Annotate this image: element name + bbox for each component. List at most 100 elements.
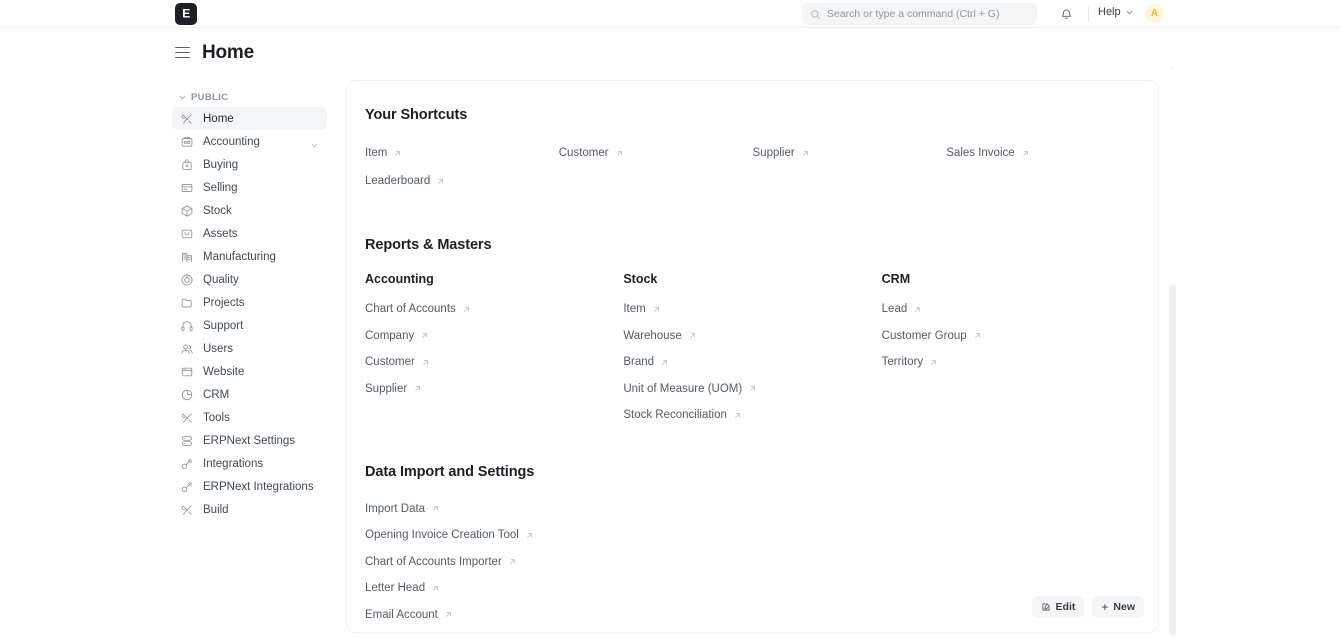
erpnext-logo-letter: E [182,6,190,21]
shortcut-link-leaderboard[interactable]: Leaderboard [365,175,445,187]
data-import-link-opening-invoice-creation-tool[interactable]: Opening Invoice Creation Tool [365,529,534,541]
reports-link-chart-of-accounts[interactable]: Chart of Accounts [365,303,471,315]
external-link-arrow-icon [662,359,667,365]
workspace-card: Your Shortcuts Item Customer Supplier Sa… [346,80,1159,633]
reports-link-unit-of-measure-uom-[interactable]: Unit of Measure (UOM) [623,383,757,395]
shortcuts-grid: Item Customer Supplier Sales Invoice Lea… [365,143,1140,199]
sidebar-item-support[interactable]: Support [172,314,327,337]
sidebar-item-home[interactable]: Home [172,107,327,130]
sidebar-item-crm[interactable]: CRM [172,383,327,406]
link-label: Supplier [365,382,408,395]
reports-link-row: Supplier [365,379,623,406]
sidebar-section-public[interactable]: PUBLIC [172,90,327,107]
reports-column-title: CRM [881,272,911,286]
shortcut-cell [559,171,753,199]
link-label: Sales Invoice [946,147,1015,159]
data-import-title: Data Import and Settings [365,463,535,480]
sidebar-item-website[interactable]: Website [172,360,327,383]
sidebar-item-build[interactable]: Build [172,498,327,521]
reports-link-row: Company [365,326,623,353]
new-button[interactable]: + New [1092,596,1144,618]
edit-button[interactable]: Edit [1031,596,1085,618]
external-link-arrow-icon [974,333,980,338]
plus-icon: + [1101,600,1109,614]
sidebar-item-label: ERPNext Integrations [203,480,314,493]
reports-link-warehouse[interactable]: Warehouse [623,330,696,342]
sidebar-item-stock[interactable]: Stock [172,199,327,222]
box-icon [180,204,194,218]
link-label: Supplier [752,147,795,159]
reports-link-supplier[interactable]: Supplier [365,383,422,395]
tools-icon [180,112,194,126]
shortcut-link-item[interactable]: Item [365,147,402,159]
sidebar-item-label: Selling [203,181,238,194]
notifications-button[interactable] [1056,4,1076,24]
external-link-arrow-icon [802,150,808,156]
sidebar-item-projects[interactable]: Projects [172,291,327,314]
sidebar-item-label: Quality [203,273,239,286]
sidebar-item-assets[interactable]: Assets [172,222,327,245]
reports-link-company[interactable]: Company [365,330,429,342]
sidebar-toggle-icon[interactable] [175,47,190,59]
sidebar-item-label: CRM [203,388,230,401]
accounting-icon [180,135,194,149]
data-import-link-row: Opening Invoice Creation Tool [365,525,1140,552]
chevron-down-icon [1126,10,1132,14]
sidebar-item-quality[interactable]: Quality [172,268,327,291]
data-import-link-import-data[interactable]: Import Data [365,503,440,515]
link-label: Lead [881,303,908,315]
sidebar-item-buying[interactable]: Buying [172,153,327,176]
sidebar-item-erpnext-settings[interactable]: ERPNext Settings [172,429,327,452]
chevron-down-icon[interactable] [310,137,319,148]
sidebar-item-manufacturing[interactable]: Manufacturing [172,245,327,268]
selling-icon [180,181,194,195]
reports-link-customer-group[interactable]: Customer Group [882,330,982,342]
reports-link-lead[interactable]: Lead [882,303,923,315]
external-link-arrow-icon [463,306,469,312]
reports-link-stock-reconciliation[interactable]: Stock Reconciliation [623,409,742,421]
reports-link-customer[interactable]: Customer [365,356,430,368]
plug-icon [180,457,194,471]
sidebar-item-erpnext-integrations[interactable]: ERPNext Integrations [172,475,327,498]
tools-icon [180,411,194,425]
reports-link-row: Brand [623,352,881,379]
reports-link-territory[interactable]: Territory [882,356,939,368]
data-import-link-chart-of-accounts-importer[interactable]: Chart of Accounts Importer [365,556,517,568]
shortcuts-section: Your Shortcuts Item Customer Supplier Sa… [365,107,1140,199]
shortcuts-row: Leaderboard [365,171,1140,199]
scrollbar-thumb[interactable] [1169,285,1176,635]
sidebar-item-integrations[interactable]: Integrations [172,452,327,475]
link-label: Warehouse [623,329,682,342]
search-input[interactable]: Search or type a command (Ctrl + G) [802,3,1037,25]
sidebar-item-accounting[interactable]: Accounting [172,130,327,153]
data-import-link-row: Email Account [365,605,1140,632]
help-menu[interactable]: Help [1098,6,1134,18]
shortcut-link-customer[interactable]: Customer [559,147,624,159]
shortcut-link-supplier[interactable]: Supplier [753,147,810,159]
help-menu-label: Help [1098,6,1121,18]
settings-stack-icon [180,434,194,448]
reports-link-brand[interactable]: Brand [623,356,669,368]
erpnext-logo[interactable]: E [175,3,197,25]
sidebar-item-selling[interactable]: Selling [172,176,327,199]
link-label: Stock Reconciliation [623,409,727,421]
sidebar-item-users[interactable]: Users [172,337,327,360]
window-icon [180,365,194,379]
sidebar-item-tools[interactable]: Tools [172,406,327,429]
link-label: Customer Group [881,329,967,342]
sidebar-item-label: Projects [203,296,245,309]
search-placeholder: Search or type a command (Ctrl + G) [827,8,1000,20]
data-import-link-email-account[interactable]: Email Account [365,609,453,621]
shortcut-cell: Supplier [753,143,947,171]
external-link-arrow-icon [509,559,515,564]
reports-link-item[interactable]: Item [623,303,660,315]
factory-icon [180,250,194,264]
avatar[interactable]: A [1145,4,1164,23]
buying-icon [180,158,194,172]
external-link-arrow-icon [422,359,428,365]
navbar-divider [1088,6,1089,22]
reports-column-title: Stock [623,272,658,286]
shortcut-link-sales-invoice[interactable]: Sales Invoice [946,147,1029,159]
quality-icon [180,273,194,287]
data-import-link-letter-head[interactable]: Letter Head [365,582,440,594]
